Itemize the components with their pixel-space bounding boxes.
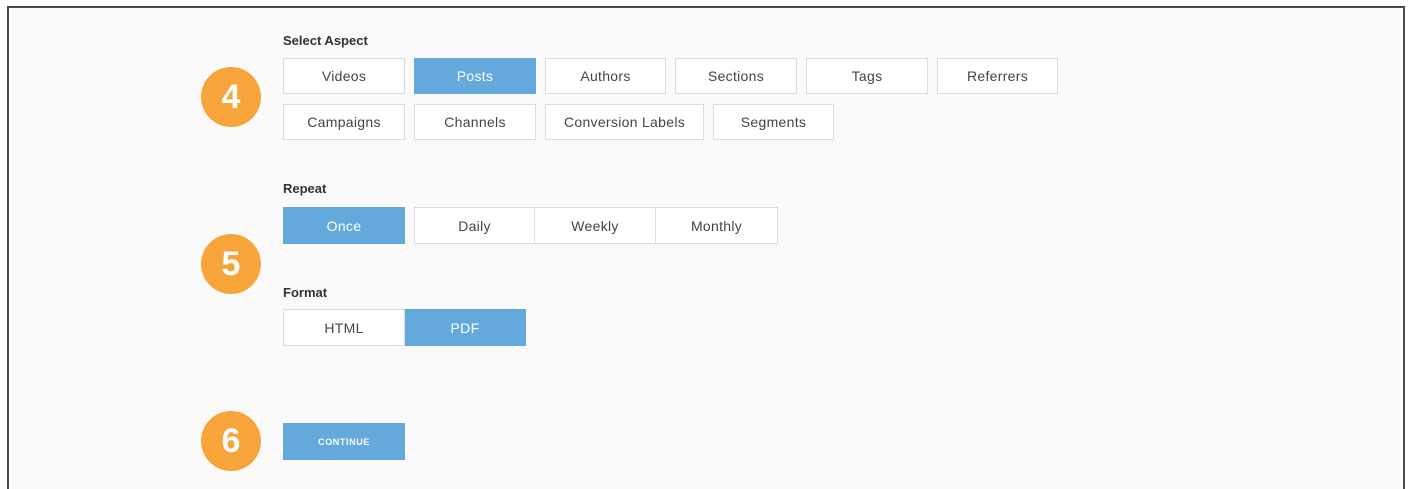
aspect-referrers-button[interactable]: Referrers <box>937 58 1058 94</box>
step-6-badge: 6 <box>201 411 261 471</box>
aspect-campaigns-button[interactable]: Campaigns <box>283 104 405 140</box>
aspect-sections-button[interactable]: Sections <box>675 58 797 94</box>
repeat-daily-button[interactable]: Daily <box>414 207 535 244</box>
aspect-segments-button[interactable]: Segments <box>713 104 834 140</box>
repeat-label: Repeat <box>283 181 327 196</box>
repeat-segmented-control: Daily Weekly Monthly <box>414 207 778 244</box>
step-4-badge: 4 <box>201 67 261 127</box>
aspect-authors-button[interactable]: Authors <box>545 58 666 94</box>
format-pdf-button[interactable]: PDF <box>405 309 526 346</box>
select-aspect-label: Select Aspect <box>283 33 368 48</box>
repeat-monthly-button[interactable]: Monthly <box>656 207 778 244</box>
format-html-button[interactable]: HTML <box>283 309 405 346</box>
repeat-weekly-button[interactable]: Weekly <box>535 207 656 244</box>
continue-button[interactable]: CONTINUE <box>283 423 405 460</box>
repeat-once-button[interactable]: Once <box>283 207 405 244</box>
aspect-videos-button[interactable]: Videos <box>283 58 405 94</box>
format-label: Format <box>283 285 328 300</box>
aspect-tags-button[interactable]: Tags <box>806 58 928 94</box>
step-5-badge: 5 <box>201 234 261 294</box>
format-segmented-control: HTML PDF <box>283 309 526 346</box>
aspect-conversion-labels-button[interactable]: Conversion Labels <box>545 104 704 140</box>
aspect-channels-button[interactable]: Channels <box>414 104 536 140</box>
aspect-posts-button[interactable]: Posts <box>414 58 536 94</box>
